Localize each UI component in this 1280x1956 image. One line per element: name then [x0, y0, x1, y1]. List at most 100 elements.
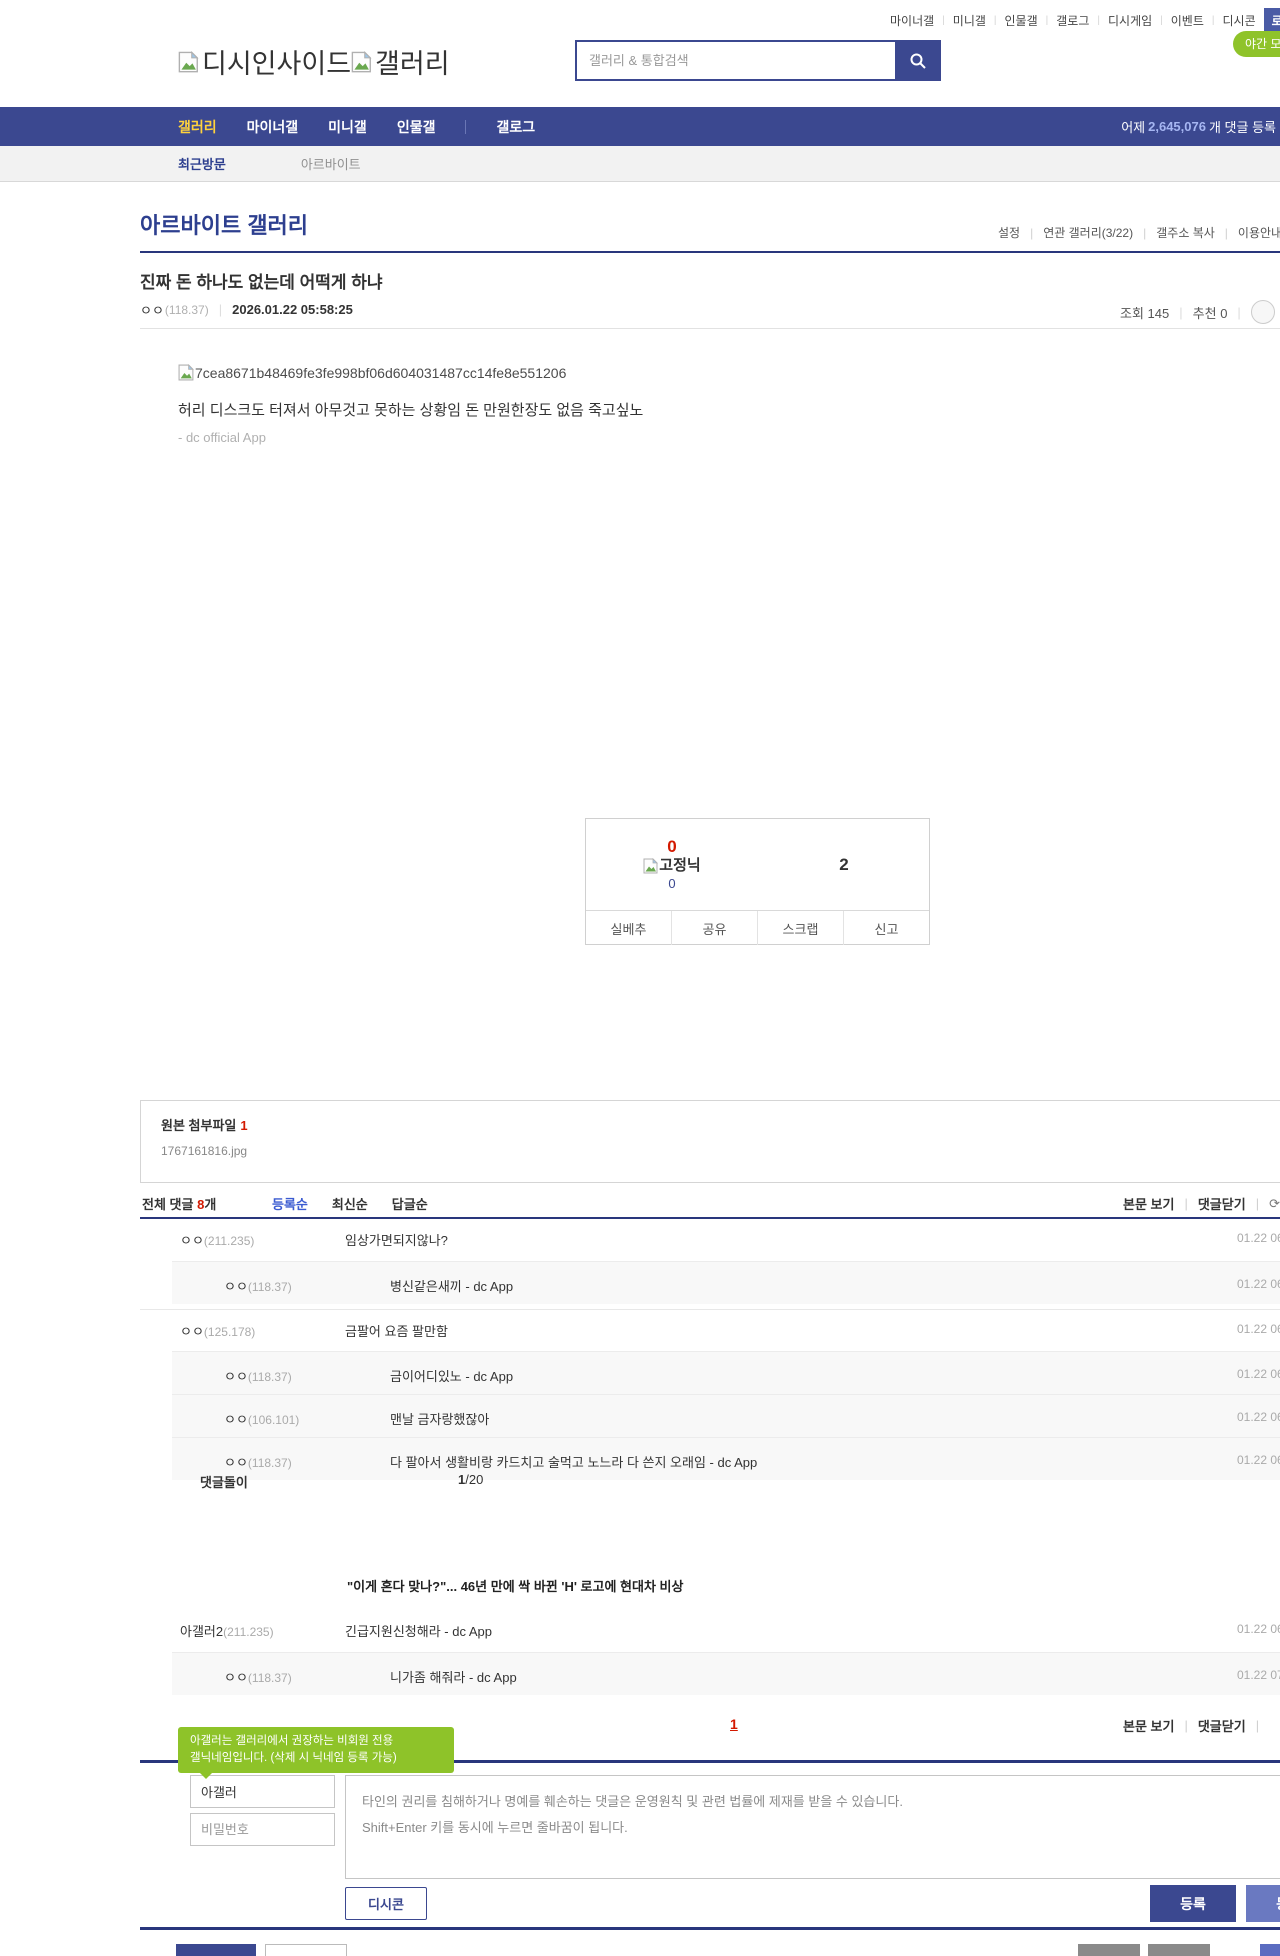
sort-newest[interactable]: 최신순 — [332, 1194, 368, 1213]
comment-time: 01.22 07:1 — [1237, 1668, 1280, 1682]
comment-widget-page: 1/20 — [458, 1472, 484, 1487]
nickname-tooltip: 아갤러는 갤러리에서 권장하는 비회원 전용 갤닉네임입니다. (삭제 시 닉네… — [178, 1727, 454, 1779]
scrap-button[interactable]: 스크랩 — [757, 911, 843, 945]
image-alt-text: 7cea8671b48469fe3fe998bf06d604031487cc14… — [195, 365, 567, 381]
settings-link[interactable]: 설정 — [998, 224, 1020, 241]
comment-time: 01.22 06: — [1237, 1231, 1280, 1245]
close-comments-link[interactable]: 댓글닫기 — [1198, 1194, 1246, 1213]
comment-text: 맨날 금자랑했잖아 — [390, 1412, 490, 1427]
comment-author[interactable]: ㅇㅇ — [224, 1412, 248, 1427]
comment-reply-row: ㅇㅇ(118.37) 병신같은새끼 - dc App 01.22 06:0 — [172, 1261, 1280, 1304]
view-post-link[interactable]: 본문 보기 — [1123, 1194, 1174, 1213]
divider: | — [218, 302, 223, 317]
comment-row: ㅇㅇ(211.235) 임상가면되지않나? 01.22 06: — [140, 1219, 1280, 1261]
fixed-nick-count: 0 — [668, 875, 676, 891]
refresh-icon[interactable]: ⟳ — [1269, 1196, 1280, 1212]
post-date: 2026.01.22 05:58:25 — [232, 302, 353, 317]
silbechu-button[interactable]: 실베추 — [586, 911, 671, 945]
post-body-text: 허리 디스크도 터져서 아무것고 못하는 상황임 돈 만원한장도 없음 죽고싶노 — [178, 402, 644, 419]
like-count: 0 — [1220, 305, 1228, 321]
attachment-count: 1 — [240, 1118, 248, 1133]
comment-time: 01.22 06:1 — [1237, 1453, 1280, 1467]
comment-author[interactable]: ㅇㅇ — [224, 1279, 248, 1294]
news-headline-link[interactable]: "이게 혼다 맞나?"... 46년 만에 싹 바뀐 'H' 로고에 현대차 비… — [347, 1576, 683, 1595]
comment-placeholder: Shift+Enter 키를 동시에 누르면 줄바꿈이 됩니다. — [362, 1820, 628, 1835]
downvote-area[interactable]: 2 — [758, 819, 930, 910]
post-author-ip: (118.37) — [164, 302, 209, 317]
share-button[interactable]: 공유 — [671, 911, 757, 945]
attachment-box: 원본 첨부파일 1 1767161816.jpg — [140, 1100, 1280, 1183]
view-count: 145 — [1147, 305, 1170, 321]
divider: | — [1184, 1196, 1188, 1211]
post-broken-image: 7cea8671b48469fe3fe998bf06d604031487cc14… — [178, 364, 566, 381]
divider — [140, 1927, 1280, 1930]
close-comments-link[interactable]: 댓글닫기 — [1198, 1716, 1246, 1735]
post-options-button[interactable] — [1250, 300, 1275, 324]
divider: | — [1179, 304, 1183, 320]
comment-author[interactable]: 아갤러2 — [180, 1624, 223, 1639]
submit-comment-button-2[interactable]: 등록 — [1246, 1885, 1280, 1922]
divider: | — [1143, 225, 1147, 240]
comment-ip: (118.37) — [247, 1370, 292, 1384]
comment-text: 금팔어 요즘 팔만함 — [345, 1324, 448, 1339]
comment-author[interactable]: ㅇㅇ — [224, 1369, 248, 1384]
comment-time: 01.22 06:0 — [1237, 1277, 1280, 1291]
comment-widget: 댓글돌이 1/20 — [140, 1466, 1280, 1496]
divider: | — [1030, 225, 1034, 240]
vote-box: 0 고정닉 0 2 실베추 공유 스크랩 신고 — [585, 818, 930, 945]
page-title[interactable]: 아르바이트 갤러리 — [140, 208, 308, 240]
broken-image-icon — [178, 364, 194, 381]
fixed-nick-label: 고정닉 — [659, 856, 701, 874]
comment-time: 01.22 06: — [1237, 1322, 1280, 1336]
divider: | — [1237, 304, 1241, 320]
related-galleries-link[interactable]: 연관 갤러리(3/22) — [1043, 224, 1133, 241]
password-input[interactable] — [190, 1813, 335, 1846]
comment-row: 아갤러2(211.235) 긴급지원신청해라 - dc App 01.22 06… — [140, 1610, 1280, 1652]
guide-link[interactable]: 이용안내 — [1238, 224, 1280, 241]
submit-comment-button[interactable]: 등록 — [1150, 1885, 1236, 1922]
comment-author[interactable]: ㅇㅇ — [180, 1324, 204, 1339]
post-author[interactable]: ㅇㅇ — [140, 300, 164, 319]
sort-registered[interactable]: 등록순 — [272, 1194, 308, 1213]
page-number-1[interactable]: 1 — [730, 1716, 738, 1732]
dc-app-tag: - dc official App — [178, 430, 266, 445]
bottom-button-stub[interactable] — [1078, 1944, 1140, 1956]
bottom-button-stub[interactable] — [1260, 1944, 1280, 1956]
dcinside-page: 마이너갤| 미니갤| 인물갤| 갤로그| 디시게임| 이벤트| 디시콘 로그인 … — [0, 0, 1280, 1956]
comment-reply-row: ㅇㅇ(118.37) 금이어디있노 - dc App 01.22 06:1 — [172, 1351, 1280, 1394]
comment-text: 니가좀 해줘라 - dc App — [390, 1670, 517, 1685]
downvote-count: 2 — [839, 854, 849, 874]
post-stats: 조회 145 | 추천 0 | — [1120, 300, 1275, 324]
comment-widget-label: 댓글돌이 — [200, 1475, 248, 1490]
comment-author[interactable]: ㅇㅇ — [224, 1670, 248, 1685]
upvote-area[interactable]: 0 고정닉 0 — [586, 819, 758, 910]
attachment-label: 원본 첨부파일 — [161, 1118, 237, 1133]
comment-ip: (211.235) — [203, 1234, 255, 1248]
bottom-button-stub[interactable] — [176, 1944, 256, 1956]
divider: | — [1255, 1718, 1260, 1733]
comment-author[interactable]: ㅇㅇ — [180, 1233, 204, 1248]
gallery-header: 아르바이트 갤러리 설정 | 연관 갤러리(3/22) | 갤주소 복사 | 이용안내 — [140, 200, 1280, 253]
comment-ip: (118.37) — [247, 1280, 292, 1294]
view-post-link[interactable]: 본문 보기 — [1123, 1716, 1174, 1735]
sort-replies[interactable]: 답글순 — [392, 1194, 428, 1213]
gallery-tools: 설정 | 연관 갤러리(3/22) | 갤주소 복사 | 이용안내 — [998, 224, 1280, 241]
dccon-button[interactable]: 디시콘 — [345, 1887, 427, 1920]
comment-placeholder: 타인의 권리를 침해하거나 명예를 훼손하는 댓글은 운영원칙 및 관련 법률에… — [362, 1794, 903, 1809]
copy-url-link[interactable]: 갤주소 복사 — [1156, 224, 1215, 241]
nickname-input[interactable] — [190, 1775, 335, 1808]
bottom-button-stub[interactable] — [265, 1944, 347, 1956]
divider: | — [1184, 1718, 1188, 1733]
comment-list: 아갤러2(211.235) 긴급지원신청해라 - dc App 01.22 06… — [140, 1610, 1280, 1695]
attachment-filename[interactable]: 1767161816.jpg — [161, 1144, 1280, 1158]
divider: | — [1255, 1196, 1260, 1211]
comment-ip: (106.101) — [247, 1413, 300, 1427]
comment-reply-row: ㅇㅇ(118.37) 니가좀 해줘라 - dc App 01.22 07:1 — [172, 1652, 1280, 1695]
upvote-count: 0 — [667, 836, 677, 856]
comment-textarea[interactable]: 타인의 권리를 침해하거나 명예를 훼손하는 댓글은 운영원칙 및 관련 법률에… — [345, 1775, 1280, 1879]
bottom-button-stub[interactable] — [1148, 1944, 1210, 1956]
report-button[interactable]: 신고 — [843, 911, 929, 945]
comment-time: 01.22 06: — [1237, 1622, 1280, 1636]
comment-text: 임상가면되지않나? — [345, 1233, 448, 1248]
comment-time: 01.22 06:1 — [1237, 1367, 1280, 1381]
